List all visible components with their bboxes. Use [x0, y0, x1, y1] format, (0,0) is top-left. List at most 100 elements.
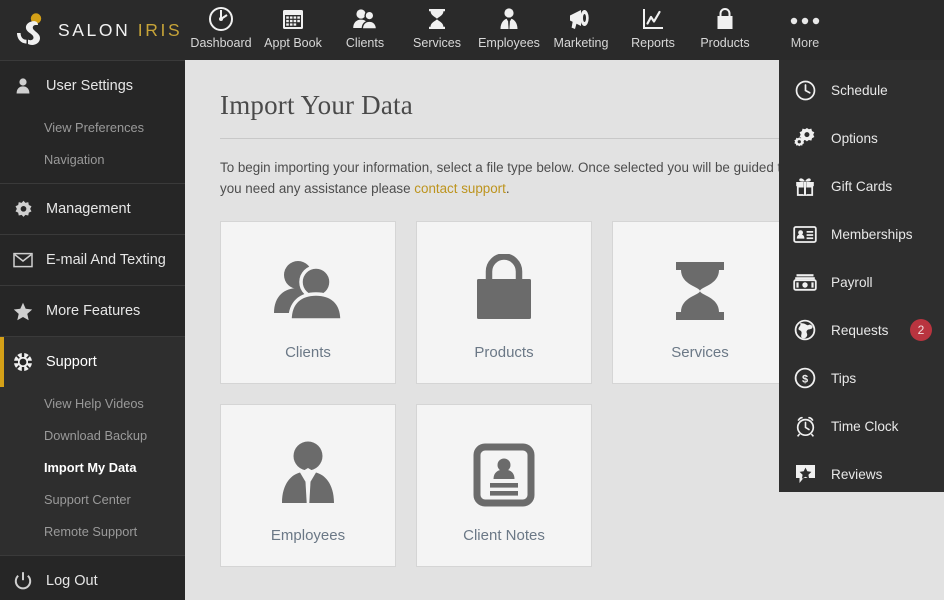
- sidebar-item-user-settings[interactable]: User Settings: [0, 61, 185, 111]
- sidebar-item-log-out[interactable]: Log Out: [0, 556, 185, 600]
- nav-label: Clients: [346, 36, 384, 50]
- ellipsis-icon: [784, 4, 826, 34]
- contact-support-link[interactable]: contact support: [414, 181, 506, 196]
- nav-item-reports[interactable]: Reports: [617, 0, 689, 60]
- nav-item-marketing[interactable]: Marketing: [545, 0, 617, 60]
- nav-item-more[interactable]: More: [761, 0, 849, 60]
- dropdown-label: Reviews: [831, 467, 882, 482]
- sidebar-subitem-view-help-videos[interactable]: View Help Videos: [0, 387, 185, 419]
- sidebar-item-more-features[interactable]: More Features: [0, 286, 185, 336]
- import-card-client-notes[interactable]: Client Notes: [416, 404, 592, 567]
- person-icon: [12, 77, 34, 95]
- sidebar-label: User Settings: [46, 78, 133, 94]
- nav-label: Employees: [478, 36, 540, 50]
- dropdown-label: Requests: [831, 323, 888, 338]
- sidebar-sublabel: View Help Videos: [44, 396, 144, 411]
- sidebar-subitem-navigation[interactable]: Navigation: [0, 143, 185, 175]
- globe-icon: [793, 319, 817, 341]
- salon-iris-s-logo-icon: [14, 12, 48, 48]
- life-preserver-icon: [12, 352, 34, 372]
- import-card-label: Client Notes: [463, 527, 545, 544]
- nav-item-dashboard[interactable]: Dashboard: [185, 0, 257, 60]
- sidebar-sublabel: Download Backup: [44, 428, 147, 443]
- nav-label: Marketing: [554, 36, 609, 50]
- brand-name: SALON IRIS: [58, 20, 182, 41]
- sidebar-subitem-view-preferences[interactable]: View Preferences: [0, 111, 185, 143]
- import-card-services[interactable]: Services: [612, 221, 788, 384]
- sidebar-subitem-support-center[interactable]: Support Center: [0, 483, 185, 515]
- nav-label: Products: [700, 36, 749, 50]
- sidebar-item-management[interactable]: Management: [0, 184, 185, 234]
- spacer: [0, 175, 185, 183]
- clock-icon: [793, 80, 817, 101]
- dropdown-item-requests[interactable]: Requests 2: [779, 306, 944, 354]
- import-card-label: Clients: [285, 344, 331, 361]
- sidebar-label: E-mail And Texting: [46, 252, 166, 268]
- nav-item-clients[interactable]: Clients: [329, 0, 401, 60]
- nav-label: Reports: [631, 36, 675, 50]
- id-card-icon: [793, 225, 817, 244]
- sidebar-item-email-and-texting[interactable]: E-mail And Texting: [0, 235, 185, 285]
- nav-item-employees[interactable]: Employees: [473, 0, 545, 60]
- calendar-icon: [280, 4, 306, 34]
- sidebar-group-user-settings: User Settings View Preferences Navigatio…: [0, 61, 185, 184]
- sidebar-sublabel: View Preferences: [44, 120, 144, 135]
- gauge-icon: [208, 4, 234, 34]
- gears-icon: [793, 127, 817, 149]
- dropdown-label: Payroll: [831, 275, 873, 290]
- sidebar-group-email-and-texting: E-mail And Texting: [0, 235, 185, 286]
- intro-text-after: .: [506, 181, 510, 196]
- import-card-label: Services: [671, 344, 729, 361]
- sidebar-group-log-out: Log Out: [0, 556, 185, 600]
- dropdown-item-schedule[interactable]: Schedule: [779, 66, 944, 114]
- dropdown-item-memberships[interactable]: Memberships: [779, 210, 944, 258]
- sidebar-group-support: Support View Help Videos Download Backup…: [0, 337, 185, 556]
- dropdown-item-payroll[interactable]: Payroll: [779, 258, 944, 306]
- import-card-clients[interactable]: Clients: [220, 221, 396, 384]
- top-navigation-bar: SALON IRIS Dashboard: [0, 0, 944, 60]
- hourglass-icon: [424, 4, 450, 34]
- brand-word-iris: IRIS: [138, 20, 182, 40]
- more-dropdown-menu: Schedule Options: [779, 60, 944, 492]
- sidebar-label: More Features: [46, 303, 140, 319]
- import-card-employees[interactable]: Employees: [220, 404, 396, 567]
- gear-icon: [12, 200, 34, 219]
- svg-text:$: $: [802, 374, 808, 386]
- import-card-label: Employees: [271, 527, 345, 544]
- line-chart-icon: [640, 4, 666, 34]
- brand-logo[interactable]: SALON IRIS: [0, 0, 185, 60]
- nav-label: Dashboard: [190, 36, 251, 50]
- star-comment-icon: [793, 463, 817, 485]
- dropdown-item-time-clock[interactable]: Time Clock: [779, 402, 944, 450]
- sidebar-sublabel: Import My Data: [44, 460, 136, 475]
- employee-suit-icon: [270, 427, 346, 513]
- megaphone-icon: [567, 4, 595, 34]
- nav-label: More: [791, 36, 819, 50]
- sidebar-sublabel: Remote Support: [44, 524, 137, 539]
- sidebar-group-more-features: More Features: [0, 286, 185, 337]
- sidebar-sublabel: Navigation: [44, 152, 104, 167]
- spacer: [0, 547, 185, 555]
- import-card-products[interactable]: Products: [416, 221, 592, 384]
- alarm-clock-icon: [793, 415, 817, 438]
- top-nav-items: Dashboard: [185, 0, 849, 60]
- dropdown-item-gift-cards[interactable]: Gift Cards: [779, 162, 944, 210]
- sidebar-subitem-import-my-data[interactable]: Import My Data: [0, 451, 185, 483]
- id-card-notes-icon: [466, 427, 542, 513]
- nav-item-appt-book[interactable]: Appt Book: [257, 0, 329, 60]
- nav-item-services[interactable]: Services: [401, 0, 473, 60]
- nav-item-products[interactable]: Products: [689, 0, 761, 60]
- dropdown-label: Schedule: [831, 83, 888, 98]
- sidebar-item-support[interactable]: Support: [0, 337, 185, 387]
- dropdown-item-reviews[interactable]: Reviews: [779, 450, 944, 498]
- dropdown-item-tips[interactable]: $ Tips: [779, 354, 944, 402]
- sidebar-subitem-remote-support[interactable]: Remote Support: [0, 515, 185, 547]
- people-icon: [265, 244, 351, 330]
- dropdown-item-options[interactable]: Options: [779, 114, 944, 162]
- sidebar-subitem-download-backup[interactable]: Download Backup: [0, 419, 185, 451]
- dropdown-label: Time Clock: [831, 419, 898, 434]
- shopping-bag-icon: [466, 244, 542, 330]
- gift-icon: [793, 175, 817, 197]
- sidebar: User Settings View Preferences Navigatio…: [0, 60, 185, 600]
- employee-suit-icon: [496, 4, 522, 34]
